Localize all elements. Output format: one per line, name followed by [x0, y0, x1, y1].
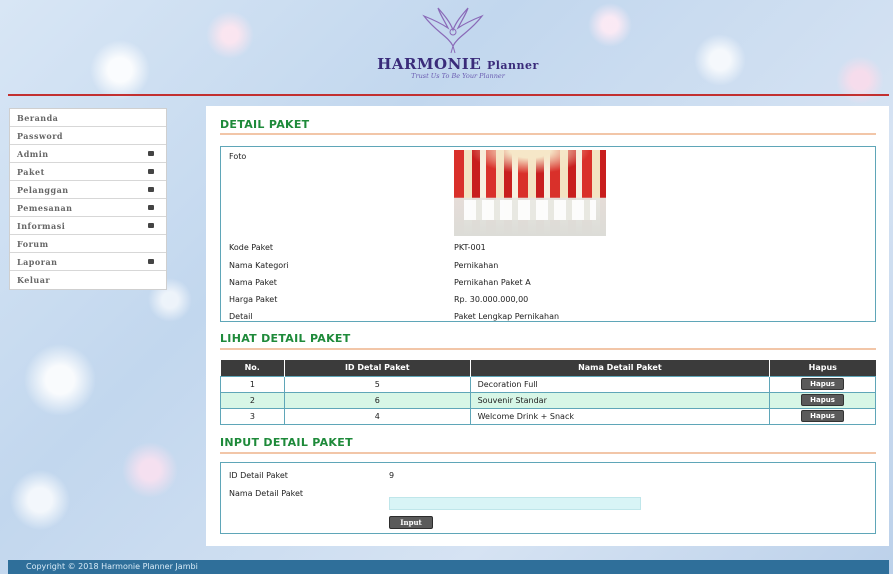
sidebar-item-label: Forum — [17, 239, 49, 249]
field-label-kode: Kode Paket — [229, 243, 274, 252]
nama-detail-label: Nama Detail Paket — [229, 489, 304, 498]
sidebar-item-pelanggan[interactable]: Pelanggan — [10, 181, 166, 199]
field-label-nama-paket: Nama Paket — [229, 278, 277, 287]
detail-paket-table: No. ID Detal Paket Nama Detail Paket Hap… — [220, 360, 876, 425]
sidebar-item-paket[interactable]: Paket — [10, 163, 166, 181]
cell-nama: Souvenir Standar — [469, 391, 771, 409]
sidebar-item-label: Pemesanan — [17, 203, 73, 213]
cell-no: 1 — [220, 375, 285, 393]
site-tagline: Trust Us To Be Your Planner — [411, 72, 505, 80]
sidebar-item-informasi[interactable]: Informasi — [10, 217, 166, 235]
section-divider — [220, 348, 876, 350]
lihat-section-title: LIHAT DETAIL PAKET — [220, 332, 351, 345]
table-row: 2 6 Souvenir Standar Hapus — [220, 391, 876, 409]
sidebar-item-admin[interactable]: Admin — [10, 145, 166, 163]
cell-no: 2 — [220, 391, 285, 409]
nama-detail-input[interactable] — [389, 497, 641, 510]
cell-action: Hapus — [769, 407, 876, 425]
field-label-detail: Detail — [229, 312, 253, 321]
hapus-button[interactable]: Hapus — [801, 378, 844, 390]
cell-action: Hapus — [769, 391, 876, 409]
sidebar-item-label: Keluar — [17, 275, 51, 285]
sidebar-item-password[interactable]: Password — [10, 127, 166, 145]
sidebar-item-label: Admin — [17, 149, 49, 159]
submenu-arrow-icon — [148, 151, 154, 156]
field-value-harga: Rp. 30.000.000,00 — [454, 295, 529, 304]
sidebar-item-forum[interactable]: Forum — [10, 235, 166, 253]
detail-section-title: DETAIL PAKET — [220, 118, 310, 131]
sidebar-menu: Beranda Password Admin Paket Pelanggan P… — [9, 108, 167, 290]
cell-nama: Welcome Drink + Snack — [469, 407, 771, 425]
sidebar-item-label: Beranda — [17, 113, 59, 123]
sidebar-item-label: Paket — [17, 167, 45, 177]
sidebar-item-label: Password — [17, 131, 64, 141]
input-section-title: INPUT DETAIL PAKET — [220, 436, 353, 449]
header-divider — [8, 94, 889, 96]
table-header-row: No. ID Detal Paket Nama Detail Paket Hap… — [220, 360, 876, 376]
id-detail-label: ID Detail Paket — [229, 471, 288, 480]
sidebar-item-keluar[interactable]: Keluar — [10, 271, 166, 289]
phoenix-logo-icon — [422, 7, 484, 54]
hapus-button[interactable]: Hapus — [801, 394, 844, 406]
sidebar-item-label: Pelanggan — [17, 185, 69, 195]
column-header-nama: Nama Detail Paket — [469, 360, 770, 376]
column-header-no: No. — [220, 360, 285, 376]
cell-nama: Decoration Full — [469, 375, 771, 393]
cell-id: 6 — [283, 391, 471, 409]
field-value-nama-paket: Pernikahan Paket A — [454, 278, 531, 287]
column-header-id: ID Detal Paket — [283, 360, 471, 376]
field-label-harga: Harga Paket — [229, 295, 278, 304]
site-title: HARMONIE Planner — [368, 55, 548, 73]
section-divider — [220, 133, 876, 135]
submenu-arrow-icon — [148, 259, 154, 264]
cell-id: 4 — [283, 407, 471, 425]
field-label-kategori: Nama Kategori — [229, 261, 289, 270]
id-detail-value: 9 — [389, 471, 395, 480]
field-value-detail: Paket Lengkap Pernikahan — [454, 312, 560, 321]
site-title-main: HARMONIE — [377, 55, 482, 73]
sidebar-item-label: Informasi — [17, 221, 66, 231]
submenu-arrow-icon — [148, 223, 154, 228]
photo-label: Foto — [229, 152, 247, 161]
site-title-sub: Planner — [486, 59, 539, 72]
submenu-arrow-icon — [148, 187, 154, 192]
cell-no: 3 — [220, 407, 285, 425]
site-header: HARMONIE Planner Trust Us To Be Your Pla… — [8, 0, 889, 96]
footer: Copyright © 2018 Harmonie Planner Jambi — [8, 560, 889, 574]
cell-action: Hapus — [769, 375, 876, 393]
submenu-arrow-icon — [148, 169, 154, 174]
field-value-kategori: Pernikahan — [454, 261, 499, 270]
input-button[interactable]: Input — [389, 516, 433, 529]
field-value-kode: PKT-001 — [454, 243, 486, 252]
hapus-button[interactable]: Hapus — [801, 410, 844, 422]
package-photo — [454, 150, 606, 236]
sidebar-item-label: Laporan — [17, 257, 58, 267]
input-form-box: ID Detail Paket 9 Nama Detail Paket Inpu… — [220, 462, 876, 534]
sidebar-item-beranda[interactable]: Beranda — [10, 109, 166, 127]
sidebar-item-pemesanan[interactable]: Pemesanan — [10, 199, 166, 217]
detail-info-box: Foto Kode Paket PKT-001 Nama Kategori Pe… — [220, 146, 876, 322]
section-divider — [220, 452, 876, 454]
main-content: DETAIL PAKET Foto Kode Paket PKT-001 Nam… — [206, 106, 889, 546]
submenu-arrow-icon — [148, 205, 154, 210]
table-row: 3 4 Welcome Drink + Snack Hapus — [220, 407, 876, 425]
table-row: 1 5 Decoration Full Hapus — [220, 375, 876, 393]
sidebar-item-laporan[interactable]: Laporan — [10, 253, 166, 271]
cell-id: 5 — [283, 375, 471, 393]
column-header-hapus: Hapus — [769, 360, 876, 376]
